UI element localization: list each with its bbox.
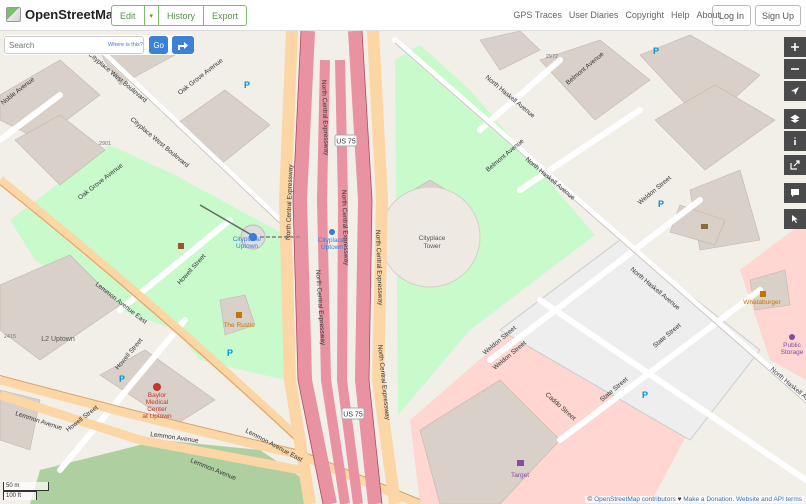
history-button[interactable]: History [158, 5, 205, 26]
where-is-this-link[interactable]: Where is this? [108, 42, 143, 48]
parking-icon: P [119, 374, 125, 384]
zoom-in-icon [791, 43, 799, 51]
info-icon [794, 137, 796, 145]
query-icon [792, 215, 798, 223]
heart-icon: ♥ [677, 496, 682, 503]
osm-contributors-link[interactable]: OpenStreetMap contributors [594, 496, 676, 503]
locate-icon [791, 87, 799, 95]
terms-link[interactable]: Website and API terms [736, 496, 802, 503]
scale-bar: 50 m 100 ft [3, 482, 49, 500]
osm-logo-link[interactable]: OpenStreetMap [6, 7, 121, 22]
directions-button[interactable] [172, 36, 194, 54]
notes-button[interactable] [784, 183, 806, 203]
zoom-out-icon [791, 68, 799, 70]
station-icon-2[interactable] [329, 229, 335, 235]
label-whataburger: Whataburger [743, 299, 781, 306]
nav-gps-traces[interactable]: GPS Traces [513, 10, 562, 20]
label-the-rustic: The Rustic [223, 322, 255, 329]
storage-icon[interactable] [789, 334, 795, 340]
osm-logo-icon [6, 7, 21, 22]
info-button[interactable] [784, 131, 806, 151]
login-button[interactable]: Log In [711, 5, 751, 26]
restaurant-icon[interactable] [760, 291, 766, 297]
shield-label: US 75 [336, 139, 356, 146]
zoom-out-button[interactable] [784, 59, 806, 79]
us75-shield-top: US 75 [334, 134, 358, 147]
donate-link[interactable]: Make a Donation [683, 496, 732, 503]
search-input[interactable] [5, 39, 106, 51]
label-baylor-4: at Uptown [142, 413, 172, 420]
shop-icon[interactable] [517, 460, 524, 466]
label-target: Target [511, 472, 529, 479]
atm-icon[interactable] [701, 224, 708, 229]
directions-icon [178, 42, 189, 50]
label-l2-uptown: L2 Uptown [41, 336, 75, 343]
parking-icon: P [642, 390, 648, 400]
parking-icon: P [227, 348, 233, 358]
edit-button[interactable]: Edit [111, 5, 145, 26]
nav-help[interactable]: Help [671, 10, 690, 20]
query-features-button[interactable] [784, 209, 806, 229]
us75-shield-bottom: US 75 [341, 407, 365, 420]
layers-button[interactable] [784, 109, 806, 129]
label-cityplace-tower-1: Cityplace [419, 235, 446, 242]
label-house-2901: 2901 [99, 141, 111, 147]
edit-menu-toggle[interactable]: ▾ [143, 5, 160, 26]
scale-imperial: 100 ft [3, 491, 37, 500]
label-baylor-2: Medical [146, 399, 169, 406]
nav-copyright[interactable]: Copyright [625, 10, 664, 20]
nav-user-diaries[interactable]: User Diaries [569, 10, 619, 20]
search-box: Where is this? [4, 36, 144, 54]
edit-history-export-group: Edit ▾ History Export [111, 5, 248, 26]
memorial-icon[interactable] [178, 243, 184, 249]
comment-icon [791, 189, 799, 197]
label-baylor-3: Center [147, 406, 167, 413]
parking-icon: P [658, 199, 664, 209]
locate-button[interactable] [784, 81, 806, 101]
label-cityplace-uptown-3: Cityplace/ [318, 237, 347, 244]
label-public-storage-2: Storage [781, 349, 804, 356]
map-canvas[interactable]: US 75 US 75 North Central Expressway Nor… [0, 31, 806, 504]
label-cityplace-uptown-1: Cityplace/ [233, 236, 262, 243]
parking-icon: P [653, 46, 659, 56]
secondary-nav: GPS Traces User Diaries Copyright Help A… [513, 10, 720, 20]
label-house-2415: 2415 [4, 334, 16, 340]
go-button[interactable]: Go [148, 36, 169, 54]
top-bar: OpenStreetMap Edit ▾ History Export GPS … [0, 0, 806, 31]
layers-icon [790, 114, 800, 123]
scale-metric: 50 m [3, 482, 49, 491]
label-cityplace-tower-2: Tower [423, 243, 441, 250]
label-baylor-1: Baylor [148, 392, 167, 399]
hospital-icon[interactable] [153, 383, 161, 391]
restaurant-icon[interactable] [236, 312, 242, 318]
parking-icon: P [244, 80, 250, 90]
share-button[interactable] [784, 155, 806, 175]
brand-name: OpenStreetMap [25, 7, 122, 22]
share-icon [790, 160, 800, 170]
signup-button[interactable]: Sign Up [754, 5, 801, 26]
export-button[interactable]: Export [203, 5, 248, 26]
attribution: © OpenStreetMap contributors ♥ Make a Do… [585, 496, 804, 503]
zoom-in-button[interactable] [784, 37, 806, 57]
auth-buttons: Log In Sign Up [711, 5, 801, 26]
map-svg: US 75 US 75 North Central Expressway Nor… [0, 31, 806, 504]
label-public-storage-1: Public [783, 342, 801, 349]
label-cityplace-uptown-2: Uptown [236, 243, 258, 250]
search-bar: Where is this? Go [4, 35, 194, 55]
label-cityplace-uptown-4: Uptown [321, 244, 343, 251]
label-house-2972: 2972 [546, 54, 558, 60]
shield-label: US 75 [343, 412, 363, 419]
